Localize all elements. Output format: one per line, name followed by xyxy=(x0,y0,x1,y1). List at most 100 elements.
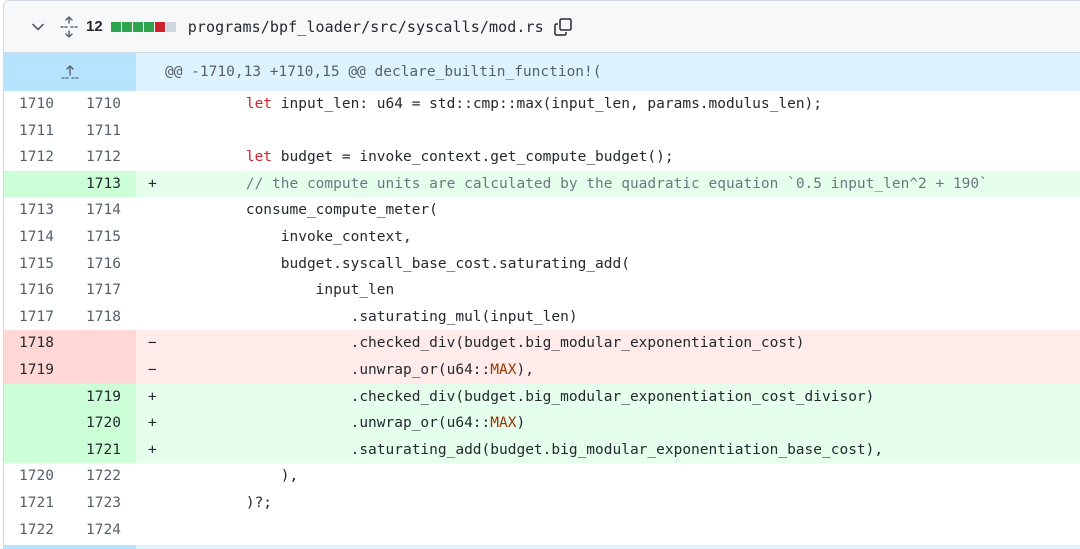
diffstat xyxy=(110,21,176,32)
diffstat-block xyxy=(165,21,176,32)
code-token: .unwrap_or(u64:: xyxy=(176,415,491,432)
old-line-number[interactable]: 1713 xyxy=(4,197,70,224)
new-line-number[interactable]: 1715 xyxy=(70,223,136,251)
code-token: budget = invoke_context.get_compute_budg… xyxy=(272,149,674,166)
code-token: .checked_div(budget.big_modular_exponent… xyxy=(176,388,875,405)
new-line-number[interactable]: 1717 xyxy=(70,277,136,304)
old-line-number[interactable]: 1711 xyxy=(4,117,70,145)
old-line-number[interactable] xyxy=(4,383,70,411)
old-line-number[interactable]: 1719 xyxy=(4,356,70,384)
diff-sign xyxy=(136,144,176,171)
file-header: 12 programs/bpf_loader/src/syscalls/mod.… xyxy=(4,1,1080,53)
old-line-number[interactable]: 1716 xyxy=(4,277,70,304)
code-text: input_len xyxy=(176,277,1080,304)
old-line-number[interactable]: 1712 xyxy=(4,144,70,171)
diff-sign xyxy=(136,251,176,278)
new-line-number[interactable]: 1723 xyxy=(70,489,136,517)
context-line: 1714 1715 invoke_context, xyxy=(4,223,1080,251)
hunk-header: @@ -1710,13 +1710,15 @@ declare_builtin_… xyxy=(4,53,1080,91)
diff-sign: + xyxy=(148,441,157,458)
keyword-token: let xyxy=(245,96,273,112)
deleted-line: 1719 − .unwrap_or(u64::MAX), xyxy=(4,356,1080,384)
expand-up-icon[interactable] xyxy=(4,53,136,91)
old-line-number[interactable]: 1718 xyxy=(4,330,70,357)
old-line-number[interactable]: 1710 xyxy=(4,91,70,118)
context-line: 1722 1724 xyxy=(4,516,1080,544)
old-line-number[interactable]: 1717 xyxy=(4,303,70,331)
code-text: // the compute units are calculated by t… xyxy=(176,171,1080,198)
diff-sign: + xyxy=(148,175,157,192)
new-line-number[interactable]: 1710 xyxy=(70,91,136,118)
code-token: invoke_context, xyxy=(176,228,412,245)
code-text: .checked_div(budget.big_modular_exponent… xyxy=(176,330,1080,357)
code-token: input_len xyxy=(176,282,395,299)
bottom-expander-gutter[interactable] xyxy=(4,545,136,549)
deleted-line: 1718 − .checked_div(budget.big_modular_ex… xyxy=(4,330,1080,357)
comment-token: // the compute units are calculated by t… xyxy=(245,175,988,192)
added-line: 1719 + .checked_div(budget.big_modular_ex… xyxy=(4,383,1080,411)
code-token: .saturating_mul(input_len) xyxy=(176,308,578,325)
code-text: invoke_context, xyxy=(176,224,1080,251)
new-line-number[interactable]: 1722 xyxy=(70,463,136,490)
context-line: 1713 1714 consume_compute_meter( xyxy=(4,197,1080,224)
added-line: 1720 + .unwrap_or(u64::MAX) xyxy=(4,410,1080,437)
keyword-token: let xyxy=(245,149,273,166)
old-line-number[interactable] xyxy=(4,436,70,464)
new-line-number[interactable]: 1712 xyxy=(70,144,136,171)
hunk-header-text: @@ -1710,13 +1710,15 @@ declare_builtin_… xyxy=(165,64,602,80)
context-line: 1711 1711 xyxy=(4,117,1080,145)
code-text: consume_compute_meter( xyxy=(176,197,1080,224)
old-line-number[interactable] xyxy=(4,170,70,198)
old-line-number[interactable]: 1721 xyxy=(4,489,70,517)
new-line-number[interactable]: 1711 xyxy=(70,117,136,145)
new-line-number[interactable]: 1713 xyxy=(70,170,136,198)
code-text: budget.syscall_base_cost.saturating_add( xyxy=(176,251,1080,278)
diff-sign xyxy=(136,277,176,304)
diffstat-block xyxy=(110,21,121,32)
diff-sign xyxy=(136,118,176,145)
constant-token: MAX xyxy=(490,415,517,432)
new-line-number[interactable]: 1719 xyxy=(70,383,136,411)
diff-sign: + xyxy=(148,388,157,405)
old-line-number[interactable]: 1714 xyxy=(4,223,70,251)
new-line-number[interactable]: 1724 xyxy=(70,516,136,544)
diffstat-block xyxy=(143,21,154,32)
new-line-number[interactable]: 1716 xyxy=(70,250,136,278)
old-line-number[interactable]: 1720 xyxy=(4,463,70,490)
diff-sign: − xyxy=(148,335,157,352)
code-token: ), xyxy=(516,361,534,378)
diff-sign xyxy=(136,304,176,331)
new-line-number[interactable]: 1721 xyxy=(70,436,136,464)
context-line: 1720 1722 ), xyxy=(4,463,1080,490)
old-line-number[interactable]: 1715 xyxy=(4,250,70,278)
new-line-number[interactable] xyxy=(70,330,136,357)
new-line-number[interactable]: 1718 xyxy=(70,303,136,331)
diff-sign xyxy=(136,490,176,517)
diff-sign xyxy=(136,463,176,490)
diff-sign xyxy=(136,91,176,118)
code-token: ) xyxy=(516,415,526,432)
bottom-expander xyxy=(4,545,1080,549)
new-line-number[interactable]: 1714 xyxy=(70,197,136,224)
copy-icon[interactable] xyxy=(552,16,574,38)
file-path[interactable]: programs/bpf_loader/src/syscalls/mod.rs xyxy=(188,18,544,36)
context-line: 1710 1710 let input_len: u64 = std::cmp::… xyxy=(4,91,1080,118)
old-line-number[interactable] xyxy=(4,410,70,437)
code-text: )?; xyxy=(176,490,1080,517)
old-line-number[interactable]: 1722 xyxy=(4,516,70,544)
diff-sign: + xyxy=(148,415,157,432)
context-line: 1717 1718 .saturating_mul(input_len) xyxy=(4,303,1080,331)
expand-all-icon[interactable] xyxy=(60,15,78,38)
code-token: input_len: u64 = std::cmp::max(input_len… xyxy=(272,96,823,112)
diff-lines: 1710 1710 let input_len: u64 = std::cmp::… xyxy=(4,91,1080,544)
code-token: budget.syscall_base_cost.saturating_add( xyxy=(176,255,630,272)
new-line-number[interactable] xyxy=(70,356,136,384)
chevron-down-icon[interactable] xyxy=(30,19,46,35)
code-text: .checked_div(budget.big_modular_exponent… xyxy=(176,384,1080,411)
code-text: .saturating_mul(input_len) xyxy=(176,304,1080,331)
code-token: .checked_div(budget.big_modular_exponent… xyxy=(176,335,805,352)
new-line-number[interactable]: 1720 xyxy=(70,410,136,437)
diffstat-block xyxy=(121,21,132,32)
code-token: .saturating_add(budget.big_modular_expon… xyxy=(176,441,884,458)
